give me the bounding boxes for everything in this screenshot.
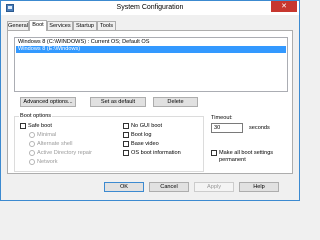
active-directory-repair-radio[interactable] (29, 150, 35, 156)
no-gui-boot-checkbox[interactable] (123, 123, 129, 129)
make-permanent-checkbox[interactable] (211, 150, 217, 156)
minimal-label: Minimal (37, 132, 57, 138)
tab-tools[interactable]: Tools (97, 21, 116, 30)
set-as-default-button[interactable]: Set as default (90, 97, 146, 107)
boot-options-label: Boot options (19, 113, 53, 119)
os-list-item-selected[interactable]: Windows 8 (E:\Windows) (16, 46, 286, 53)
tab-startup[interactable]: Startup (73, 21, 97, 30)
active-directory-repair-label: Active Directory repair (37, 150, 93, 156)
advanced-options-button[interactable]: Advanced options... (20, 97, 76, 107)
safe-boot-label: Safe boot (28, 123, 52, 129)
network-radio[interactable] (29, 159, 35, 165)
timeout-label: Timeout: (211, 115, 233, 121)
tab-services[interactable]: Services (47, 21, 73, 30)
os-boot-information-checkbox[interactable] (123, 150, 129, 156)
base-video-checkbox[interactable] (123, 141, 129, 147)
boot-log-checkbox[interactable] (123, 132, 129, 138)
minimal-radio[interactable] (29, 132, 35, 138)
boot-log-label: Boot log (131, 132, 152, 138)
boot-tab-panel: Windows 8 (C:\WINDOWS) : Current OS; Def… (7, 30, 293, 174)
close-button[interactable]: ✕ (271, 1, 297, 12)
system-configuration-window: System Configuration ✕ General Boot Serv… (0, 0, 300, 201)
os-list[interactable]: Windows 8 (C:\WINDOWS) : Current OS; Def… (14, 37, 288, 92)
window-title: System Configuration (116, 4, 184, 11)
apply-button[interactable]: Apply (194, 182, 234, 192)
timeout-input[interactable]: 30 (211, 123, 243, 133)
tab-boot[interactable]: Boot (29, 20, 47, 31)
cancel-button[interactable]: Cancel (149, 182, 189, 192)
os-boot-information-label: OS boot information (131, 150, 181, 156)
os-list-item[interactable]: Windows 8 (C:\WINDOWS) : Current OS; Def… (16, 39, 286, 46)
base-video-label: Base video (131, 141, 159, 147)
alternate-shell-label: Alternate shell (37, 141, 73, 147)
network-label: Network (37, 159, 58, 165)
make-permanent-label: Make all boot settings permanent (219, 150, 274, 163)
ok-button[interactable]: OK (104, 182, 144, 192)
help-button[interactable]: Help (239, 182, 279, 192)
delete-button[interactable]: Delete (153, 97, 198, 107)
timeout-unit-label: seconds (249, 125, 270, 131)
safe-boot-checkbox[interactable] (20, 123, 26, 129)
no-gui-boot-label: No GUI boot (131, 123, 163, 129)
title-bar: System Configuration ✕ (1, 1, 299, 15)
tab-general[interactable]: General (7, 21, 29, 30)
boot-options-group: Boot options Safe boot Minimal Alternate… (14, 113, 204, 172)
alternate-shell-radio[interactable] (29, 141, 35, 147)
